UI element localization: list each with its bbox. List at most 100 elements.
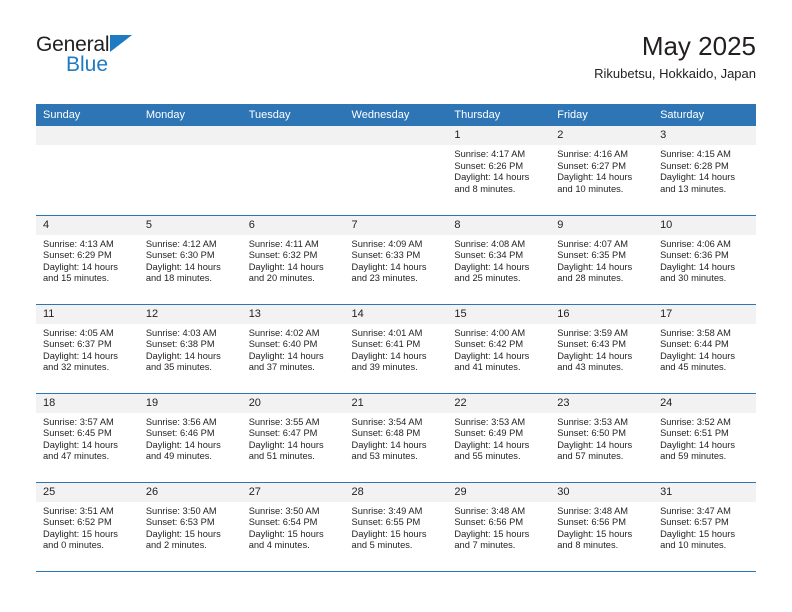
day-details: Sunrise: 3:52 AM Sunset: 6:51 PM Daylight:… (653, 413, 756, 463)
day-detail-line: and 4 minutes. (248, 540, 310, 551)
day-detail-line: and 39 minutes. (351, 362, 418, 373)
page-title: May 2025 (641, 31, 756, 61)
calendar-day-cell[interactable]: 26 Sunrise: 3:50 AM Sunset: 6:53 PM Dayligh… (138, 482, 242, 572)
day-number: 17 (653, 304, 756, 324)
day-detail-line: Sunset: 6:35 PM (557, 250, 626, 261)
calendar-week-row: 18 Sunrise: 3:57 AM Sunset: 6:45 PM Dayligh… (36, 393, 756, 483)
day-detail-line: Daylight: 14 hours (43, 261, 118, 272)
day-detail-line: Daylight: 14 hours (43, 439, 118, 450)
day-detail-line: Sunrise: 4:02 AM (248, 327, 320, 338)
day-details: Sunrise: 3:54 AM Sunset: 6:48 PM Daylight:… (345, 413, 448, 463)
calendar-day-cell[interactable]: 1 Sunrise: 4:17 AM Sunset: 6:26 PM Daylight… (447, 126, 551, 216)
calendar-body: 1 Sunrise: 4:17 AM Sunset: 6:26 PM Daylight… (36, 126, 756, 572)
calendar-day-cell[interactable]: 29 Sunrise: 3:48 AM Sunset: 6:56 PM Dayligh… (447, 482, 551, 572)
calendar-day-cell[interactable]: 16 Sunrise: 3:59 AM Sunset: 6:43 PM Dayligh… (550, 304, 654, 394)
calendar-week-row: 1 Sunrise: 4:17 AM Sunset: 6:26 PM Daylight… (36, 126, 756, 216)
general-blue-logo[interactable]: General Blue (36, 34, 156, 82)
day-detail-line: Sunset: 6:44 PM (660, 339, 729, 350)
day-details: Sunrise: 3:50 AM Sunset: 6:54 PM Daylight:… (242, 502, 345, 552)
day-detail-line: Daylight: 14 hours (557, 261, 633, 272)
day-detail-line: and 23 minutes. (351, 273, 418, 284)
day-detail-line: Sunrise: 4:08 AM (454, 238, 526, 249)
day-detail-line: Sunrise: 4:13 AM (43, 238, 114, 249)
calendar-day-cell[interactable]: 20 Sunrise: 3:55 AM Sunset: 6:47 PM Dayligh… (241, 393, 345, 483)
day-detail-line: Sunrise: 3:51 AM (43, 505, 114, 516)
day-detail-line: Daylight: 15 hours (454, 528, 530, 539)
day-number: 25 (36, 482, 139, 502)
calendar-day-cell[interactable]: 23 Sunrise: 3:53 AM Sunset: 6:50 PM Dayligh… (550, 393, 654, 483)
calendar-header-row: Sunday Monday Tuesday Wednesday Thursday Frid… (36, 104, 756, 126)
weekday-header-saturday: Saturday (653, 104, 756, 126)
day-detail-line: and 45 minutes. (660, 362, 727, 373)
calendar-day-cell[interactable]: 28 Sunrise: 3:49 AM Sunset: 6:55 PM Dayligh… (344, 482, 448, 572)
day-detail-line: Sunset: 6:49 PM (454, 428, 524, 439)
day-detail-line: Sunrise: 3:47 AM (660, 505, 731, 516)
day-detail-line: and 57 minutes. (557, 451, 624, 462)
calendar-week-row: 11 Sunrise: 4:05 AM Sunset: 6:37 PM Dayligh… (36, 304, 756, 394)
calendar-day-cell[interactable]: 6 Sunrise: 4:11 AM Sunset: 6:32 PM Daylight… (241, 215, 345, 305)
day-details: Sunrise: 4:13 AM Sunset: 6:29 PM Daylight:… (36, 235, 139, 285)
day-number: 12 (138, 304, 242, 324)
day-details: Sunrise: 3:51 AM Sunset: 6:52 PM Daylight:… (36, 502, 139, 552)
calendar-day-cell[interactable]: 22 Sunrise: 3:53 AM Sunset: 6:49 PM Dayligh… (447, 393, 551, 483)
calendar-day-cell[interactable]: 19 Sunrise: 3:56 AM Sunset: 6:46 PM Dayligh… (138, 393, 242, 483)
calendar-day-cell[interactable]: 2 Sunrise: 4:16 AM Sunset: 6:27 PM Daylight… (550, 126, 654, 216)
day-detail-line: Daylight: 14 hours (557, 439, 633, 450)
day-number: 9 (550, 215, 654, 235)
day-details (139, 145, 242, 149)
day-details: Sunrise: 3:58 AM Sunset: 6:44 PM Daylight:… (653, 324, 756, 374)
day-detail-line: Sunset: 6:53 PM (145, 517, 215, 528)
calendar-day-cell[interactable]: 15 Sunrise: 4:00 AM Sunset: 6:42 PM Dayligh… (447, 304, 551, 394)
calendar-week-row: 25 Sunrise: 3:51 AM Sunset: 6:52 PM Dayligh… (36, 482, 756, 572)
calendar-day-cell[interactable]: 27 Sunrise: 3:50 AM Sunset: 6:54 PM Dayligh… (241, 482, 345, 572)
day-detail-line: Sunrise: 4:00 AM (454, 327, 526, 338)
calendar-day-cell[interactable]: 12 Sunrise: 4:03 AM Sunset: 6:38 PM Dayligh… (138, 304, 242, 394)
calendar-day-cell[interactable]: 21 Sunrise: 3:54 AM Sunset: 6:48 PM Dayligh… (344, 393, 448, 483)
day-detail-line: and 13 minutes. (660, 183, 727, 194)
day-number: 15 (447, 304, 551, 324)
day-detail-line: Daylight: 14 hours (248, 350, 324, 361)
day-detail-line: and 37 minutes. (248, 362, 315, 373)
day-number: 24 (653, 393, 756, 413)
calendar-day-cell[interactable]: 7 Sunrise: 4:09 AM Sunset: 6:33 PM Daylight… (344, 215, 448, 305)
day-detail-line: and 25 minutes. (454, 273, 521, 284)
day-details: Sunrise: 4:11 AM Sunset: 6:32 PM Daylight:… (242, 235, 345, 285)
weekday-header-sunday: Sunday (36, 104, 139, 126)
day-detail-line: and 35 minutes. (145, 362, 212, 373)
day-detail-line: Daylight: 14 hours (351, 439, 427, 450)
day-details: Sunrise: 3:53 AM Sunset: 6:50 PM Daylight:… (550, 413, 653, 463)
page-subtitle: Rikubetsu, Hokkaido, Japan (594, 66, 756, 81)
day-number: 4 (36, 215, 139, 235)
calendar-day-cell[interactable]: 25 Sunrise: 3:51 AM Sunset: 6:52 PM Dayligh… (36, 482, 139, 572)
day-detail-line: and 59 minutes. (660, 451, 727, 462)
calendar-day-cell[interactable]: 10 Sunrise: 4:06 AM Sunset: 6:36 PM Dayligh… (653, 215, 756, 305)
day-detail-line: and 53 minutes. (351, 451, 418, 462)
calendar-day-cell[interactable]: 13 Sunrise: 4:02 AM Sunset: 6:40 PM Dayligh… (241, 304, 345, 394)
calendar-day-cell[interactable]: 4 Sunrise: 4:13 AM Sunset: 6:29 PM Daylight… (36, 215, 139, 305)
logo-text-blue: Blue (66, 53, 109, 76)
day-details: Sunrise: 4:09 AM Sunset: 6:33 PM Daylight:… (345, 235, 448, 285)
calendar-day-cell[interactable]: 24 Sunrise: 3:52 AM Sunset: 6:51 PM Dayligh… (653, 393, 756, 483)
day-details: Sunrise: 4:07 AM Sunset: 6:35 PM Daylight:… (550, 235, 653, 285)
day-detail-line: Sunset: 6:57 PM (660, 517, 729, 528)
day-detail-line: and 10 minutes. (660, 540, 727, 551)
day-detail-line: Sunrise: 3:52 AM (660, 416, 731, 427)
calendar-day-cell[interactable]: 3 Sunrise: 4:15 AM Sunset: 6:28 PM Daylight… (653, 126, 756, 216)
day-detail-line: Sunset: 6:55 PM (351, 517, 421, 528)
day-detail-line: Sunrise: 3:55 AM (248, 416, 320, 427)
calendar-day-cell[interactable]: 30 Sunrise: 3:48 AM Sunset: 6:56 PM Dayligh… (550, 482, 654, 572)
calendar-day-cell[interactable]: 14 Sunrise: 4:01 AM Sunset: 6:41 PM Dayligh… (344, 304, 448, 394)
day-details (36, 145, 139, 149)
calendar-day-cell[interactable]: 5 Sunrise: 4:12 AM Sunset: 6:30 PM Daylight… (138, 215, 242, 305)
calendar-day-cell[interactable]: 18 Sunrise: 3:57 AM Sunset: 6:45 PM Dayligh… (36, 393, 139, 483)
day-detail-line: Sunset: 6:43 PM (557, 339, 626, 350)
calendar-day-cell[interactable]: 8 Sunrise: 4:08 AM Sunset: 6:34 PM Daylight… (447, 215, 551, 305)
calendar-day-cell[interactable]: 31 Sunrise: 3:47 AM Sunset: 6:57 PM Dayligh… (653, 482, 756, 572)
day-number (138, 126, 242, 145)
day-detail-line: Sunrise: 4:11 AM (248, 238, 319, 249)
calendar-day-cell[interactable]: 17 Sunrise: 3:58 AM Sunset: 6:44 PM Dayligh… (653, 304, 756, 394)
weekday-header-thursday: Thursday (447, 104, 551, 126)
calendar-day-cell[interactable]: 11 Sunrise: 4:05 AM Sunset: 6:37 PM Dayligh… (36, 304, 139, 394)
calendar-day-cell[interactable]: 9 Sunrise: 4:07 AM Sunset: 6:35 PM Daylight… (550, 215, 654, 305)
day-detail-line: Daylight: 15 hours (557, 528, 633, 539)
